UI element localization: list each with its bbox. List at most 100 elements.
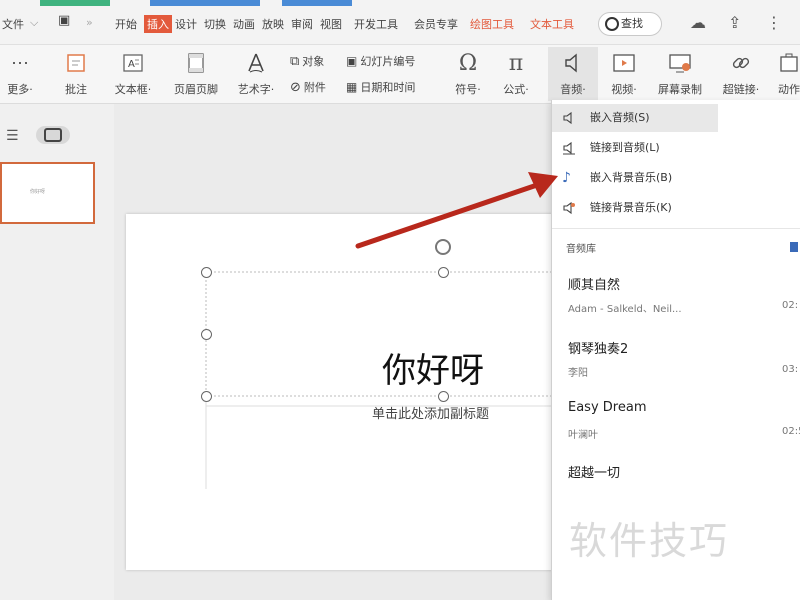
action-label: 动作 (778, 83, 800, 96)
omega-icon: Ω (458, 50, 478, 76)
video-button[interactable]: 视频· (604, 49, 644, 97)
slide-subtitle[interactable]: 单击此处添加副标题 (372, 403, 489, 422)
menu-bar: 文件 ⌵ ▣ » 开始 插入 设计 切换 动画 放映 审阅 视图 开发工具 会员… (0, 0, 800, 45)
menu-insert[interactable]: 插入 (144, 15, 172, 33)
menu-drawing-tools[interactable]: 绘图工具 (470, 16, 514, 32)
menu-text-tools[interactable]: 文本工具 (530, 16, 574, 32)
wordart-icon (248, 53, 264, 73)
audio-button[interactable]: 音频· (548, 47, 598, 101)
menu-start[interactable]: 开始 (115, 16, 137, 32)
embed-background-music-item[interactable]: ♪ 嵌入背景音乐(B) (552, 164, 800, 192)
menu-design[interactable]: 设计 (175, 16, 197, 32)
link-background-music-label: 链接背景音乐(K) (590, 201, 672, 214)
more-label: 更多 (7, 83, 30, 96)
music-note-icon: ♪ (562, 170, 571, 186)
object-button[interactable]: ⧉ 对象 (290, 53, 324, 69)
audio-library-label: 音频库 (566, 244, 596, 255)
tab-stripe (282, 0, 352, 6)
symbol-button[interactable]: Ω 符号· (448, 49, 488, 97)
embed-audio-item[interactable]: 嵌入音频(S) (552, 104, 718, 132)
screen-record-button[interactable]: 屏幕录制 (652, 49, 708, 97)
song-title[interactable]: 钢琴独奏2 (568, 338, 628, 357)
slide-title[interactable]: 你好呀 (382, 343, 484, 392)
menu-file[interactable]: 文件 (2, 16, 24, 32)
header-footer-button[interactable]: 页眉页脚 (168, 49, 224, 97)
divider (552, 228, 800, 229)
wordart-button[interactable]: 艺术字· (230, 49, 282, 97)
menu-developer[interactable]: 开发工具 (354, 16, 398, 32)
search-icon (605, 17, 619, 31)
song-title[interactable]: 超越一切 (568, 462, 620, 481)
slide-thumbnail[interactable]: 你好呀 (0, 162, 95, 224)
slide-number-label: 幻灯片编号 (360, 55, 416, 68)
search-box[interactable]: 查找 (598, 12, 662, 36)
song-artist: Adam - Salkeld、Neil... (568, 304, 682, 315)
song-title[interactable]: Easy Dream (568, 400, 646, 415)
slide-view-icon (44, 128, 62, 142)
song-title[interactable]: 顺其自然 (568, 274, 620, 293)
link-background-music-item[interactable]: 链接背景音乐(K) (552, 194, 800, 222)
more-button[interactable]: ⋯ 更多· (0, 49, 40, 97)
song-duration: 02: (782, 300, 799, 311)
speaker-icon (565, 53, 577, 73)
slide-guides (205, 271, 556, 489)
menu-slideshow[interactable]: 放映 (262, 16, 284, 32)
library-scroll-icon[interactable] (790, 242, 798, 252)
screen-record-label: 屏幕录制 (658, 83, 702, 96)
link-audio-item[interactable]: 链接到音频(L) (552, 134, 800, 162)
tab-stripe (40, 0, 110, 6)
watermark-text: 软件技巧 (569, 519, 730, 563)
menu-view[interactable]: 视图 (320, 16, 342, 32)
slide-canvas[interactable] (126, 214, 556, 570)
hyperlink-button[interactable]: 超链接· (718, 49, 764, 97)
save-icon[interactable]: ▣ (58, 13, 70, 28)
date-time-button[interactable]: ▦ 日期和时间 (346, 79, 415, 95)
attachment-label: 附件 (303, 81, 326, 94)
thumbnail-title: 你好呀 (30, 189, 46, 195)
cloud-icon[interactable]: ☁ (690, 13, 706, 32)
outline-view-icon[interactable]: ☰ (6, 128, 19, 144)
attachment-button[interactable]: ⊘ 附件 (290, 79, 326, 95)
resize-handle[interactable] (438, 267, 449, 278)
textbox-label: 文本框 (114, 83, 148, 96)
link-audio-label: 链接到音频(L) (590, 141, 660, 154)
object-icon: ⧉ (290, 53, 300, 69)
calendar-icon: ▦ (346, 80, 358, 94)
linked-music-icon (563, 201, 575, 215)
header-footer-label: 页眉页脚 (174, 83, 218, 96)
share-icon[interactable]: ⇪ (728, 13, 741, 32)
resize-handle[interactable] (201, 267, 212, 278)
more-options-icon[interactable]: ⋮ (766, 13, 782, 32)
slide-thumbnail-panel: ☰ 你好呀 (0, 104, 114, 600)
menu-member[interactable]: 会员专享 (414, 16, 458, 32)
song-artist: 李阳 (568, 368, 588, 379)
pi-icon: π (508, 50, 524, 76)
slide-number-icon: ▣ (346, 54, 358, 68)
hyperlink-label: 超链接 (722, 83, 756, 96)
rotate-handle-icon[interactable] (435, 239, 451, 255)
embed-audio-label: 嵌入音频(S) (590, 111, 650, 124)
header-footer-icon (188, 53, 204, 73)
resize-handle[interactable] (201, 391, 212, 402)
link-icon (732, 57, 750, 69)
song-duration: 02:5 (782, 426, 800, 437)
slide-number-button[interactable]: ▣ 幻灯片编号 (346, 53, 415, 69)
comment-button[interactable]: 批注 (56, 49, 96, 97)
ellipsis-icon: ⋯ (11, 52, 29, 74)
speaker-icon (563, 111, 572, 125)
menu-animation[interactable]: 动画 (233, 16, 255, 32)
menu-transition[interactable]: 切换 (204, 16, 226, 32)
formula-label: 公式 (503, 83, 526, 96)
object-label: 对象 (302, 55, 325, 68)
menu-review[interactable]: 审阅 (291, 16, 313, 32)
slide-view-toggle[interactable] (36, 126, 70, 144)
more-icon[interactable]: » (86, 16, 93, 29)
chevron-down-icon[interactable]: ⌵ (30, 16, 38, 30)
comment-icon (67, 54, 85, 72)
svg-text:A: A (128, 59, 135, 70)
formula-button[interactable]: π 公式· (496, 49, 536, 97)
resize-handle[interactable] (438, 391, 449, 402)
action-button[interactable]: 动作 (774, 49, 800, 97)
textbox-button[interactable]: A 文本框· (108, 49, 158, 97)
resize-handle[interactable] (201, 329, 212, 340)
